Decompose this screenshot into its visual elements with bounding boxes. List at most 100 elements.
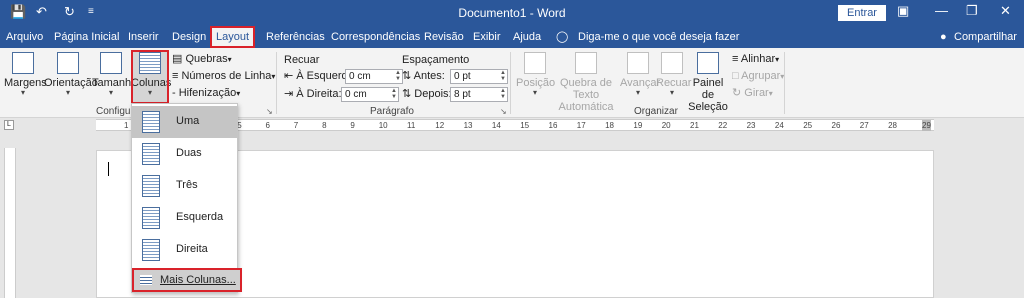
tab-exibir[interactable]: Exibir xyxy=(473,30,501,44)
tamanho-button[interactable]: Tamanho ▾ xyxy=(92,50,137,104)
chevron-down-icon: ▾ xyxy=(775,55,780,64)
tab-inserir[interactable]: Inserir xyxy=(128,30,159,44)
spacing-before-input[interactable]: 0 pt ▲ ▼ xyxy=(450,69,508,84)
indent-right-input[interactable]: 0 cm ▲ ▼ xyxy=(341,87,399,102)
chevron-down-icon: ▾ xyxy=(147,88,152,97)
chevron-down-icon: ▾ xyxy=(271,72,276,81)
chevron-down-icon: ▾ xyxy=(108,88,113,97)
columns-dropdown: Uma Duas Três Esquerda Direita Mais Colu… xyxy=(131,103,242,293)
arrange-group-label: Organizar xyxy=(634,106,678,117)
ruler-number: 19 xyxy=(633,121,643,130)
orientacao-button[interactable]: Orientação ▾ xyxy=(44,50,98,104)
left-column-icon xyxy=(142,207,160,229)
three-columns-icon xyxy=(142,175,160,197)
one-column-icon xyxy=(142,111,160,133)
margens-button[interactable]: Margens ▾ xyxy=(4,50,47,104)
columns-option-duas[interactable]: Duas xyxy=(132,138,237,170)
share-button[interactable]: Compartilhar xyxy=(954,30,1017,44)
ruler-number: 15 xyxy=(520,121,530,130)
spinner-arrows-icon[interactable]: ▲ ▼ xyxy=(500,88,506,100)
chevron-down-icon: ▾ xyxy=(65,88,70,97)
tab-arquivo[interactable]: Arquivo xyxy=(6,30,43,44)
ruler-number: 1 xyxy=(124,121,129,130)
tab-selector-icon[interactable]: L xyxy=(4,120,14,130)
mais-colunas-button[interactable]: Mais Colunas... xyxy=(132,268,242,292)
bring-forward-icon xyxy=(627,52,649,74)
right-column-icon xyxy=(142,239,160,261)
rotate-icon: ↻ xyxy=(732,87,742,99)
chevron-down-icon: ▾ xyxy=(532,88,537,97)
chevron-down-icon: ▾ xyxy=(236,89,241,98)
ruler-number: 12 xyxy=(435,121,445,130)
vertical-ruler[interactable] xyxy=(4,148,16,298)
dialog-launcher-icon[interactable]: ↘ xyxy=(500,107,507,116)
lightbulb-icon: ◯ xyxy=(556,31,569,43)
dialog-launcher-icon[interactable]: ↘ xyxy=(266,107,273,116)
quebras-button[interactable]: ▤ Quebras▾ xyxy=(172,52,232,67)
columns-option-direita[interactable]: Direita xyxy=(132,234,237,266)
agrupar-button[interactable]: □ Agrupar▾ xyxy=(732,69,784,84)
size-icon xyxy=(100,52,122,74)
spacing-before-label: ⇅ Antes: xyxy=(402,70,445,82)
posicao-button[interactable]: Posição ▾ xyxy=(516,50,555,104)
person-icon: ● xyxy=(940,31,947,43)
ruler-number: 6 xyxy=(265,121,270,130)
ruler-number: 10 xyxy=(378,121,388,130)
chevron-down-icon: ▾ xyxy=(635,88,640,97)
spinner-arrows-icon[interactable]: ▲ ▼ xyxy=(500,70,506,82)
ruler-number: 11 xyxy=(407,121,416,130)
girar-button[interactable]: ↻ Girar▾ xyxy=(732,86,773,101)
columns-option-esquerda[interactable]: Esquerda xyxy=(132,202,237,234)
ribbon-display-icon[interactable]: ▣ xyxy=(897,3,909,19)
spinner-arrows-icon[interactable]: ▲ ▼ xyxy=(395,70,401,82)
tab-referencias[interactable]: Referências xyxy=(266,30,325,44)
recuar-arrange-button[interactable]: Recuar ▾ xyxy=(656,50,691,104)
group-divider xyxy=(510,52,511,114)
ruler-number: 20 xyxy=(661,121,671,130)
spacing-after-input[interactable]: 8 pt ▲ ▼ xyxy=(450,87,508,102)
ruler-number: 27 xyxy=(859,121,869,130)
tab-design[interactable]: Design xyxy=(172,30,206,44)
columns-option-uma[interactable]: Uma xyxy=(132,106,237,138)
numeros-linha-button[interactable]: ≡ Números de Linha▾ xyxy=(172,69,275,84)
espacamento-heading: Espaçamento xyxy=(402,54,470,66)
tab-revisao[interactable]: Revisão xyxy=(424,30,464,44)
tab-pagina-inicial[interactable]: Página Inicial xyxy=(54,30,119,44)
minimize-icon[interactable]: — xyxy=(935,3,948,18)
spacing-after-label: ⇅ Depois: xyxy=(402,88,452,100)
group-icon: □ xyxy=(732,70,739,82)
tab-layout[interactable]: Layout xyxy=(210,26,256,48)
ruler-number: 28 xyxy=(888,121,897,130)
colunas-button[interactable]: Colunas ▾ xyxy=(131,50,171,104)
chevron-down-icon: ▾ xyxy=(768,89,773,98)
close-icon[interactable]: ✕ xyxy=(1000,3,1011,19)
restore-icon[interactable]: ❐ xyxy=(966,3,978,19)
ruler-number: 7 xyxy=(293,121,299,130)
indent-left-input[interactable]: 0 cm ▲ ▼ xyxy=(345,69,403,84)
ruler-number: 8 xyxy=(322,121,327,130)
hifenizacao-button[interactable]: ‐ Hifenização▾ xyxy=(172,86,240,101)
two-columns-icon xyxy=(142,143,160,165)
signin-button[interactable]: Entrar xyxy=(838,5,886,21)
tell-me-search[interactable]: Diga-me o que você deseja fazer xyxy=(578,30,739,44)
ruler-number: 18 xyxy=(605,121,614,130)
columns-option-tres[interactable]: Três xyxy=(132,170,237,202)
orientation-icon xyxy=(57,52,79,74)
chevron-down-icon: ▾ xyxy=(669,88,674,97)
avancar-button[interactable]: Avançar ▾ xyxy=(620,50,660,104)
chevron-down-icon: ▾ xyxy=(227,55,232,64)
spacing-before-icon: ⇅ xyxy=(402,70,412,82)
title-bar: 💾 ↶ ↻ ≡ Documento1 - Word Entrar ▣ — ❐ ✕ xyxy=(0,0,1024,26)
chevron-down-icon: ▾ xyxy=(20,88,25,97)
ruler-number: 21 xyxy=(690,121,699,130)
hyphenation-icon: ‐ xyxy=(172,87,176,99)
tab-ajuda[interactable]: Ajuda xyxy=(513,30,541,44)
tab-correspondencias[interactable]: Correspondências xyxy=(331,30,420,44)
recuar-heading: Recuar xyxy=(284,54,320,66)
alinhar-button[interactable]: ≡ Alinhar▾ xyxy=(732,52,779,67)
painel-selecao-button[interactable]: Painel de Seleção xyxy=(688,50,728,113)
ruler-number: 25 xyxy=(803,121,813,130)
quebra-texto-button[interactable]: Quebra de Texto Automática xyxy=(552,50,620,113)
spinner-arrows-icon[interactable]: ▲ ▼ xyxy=(391,88,397,100)
send-backward-icon xyxy=(661,52,683,74)
